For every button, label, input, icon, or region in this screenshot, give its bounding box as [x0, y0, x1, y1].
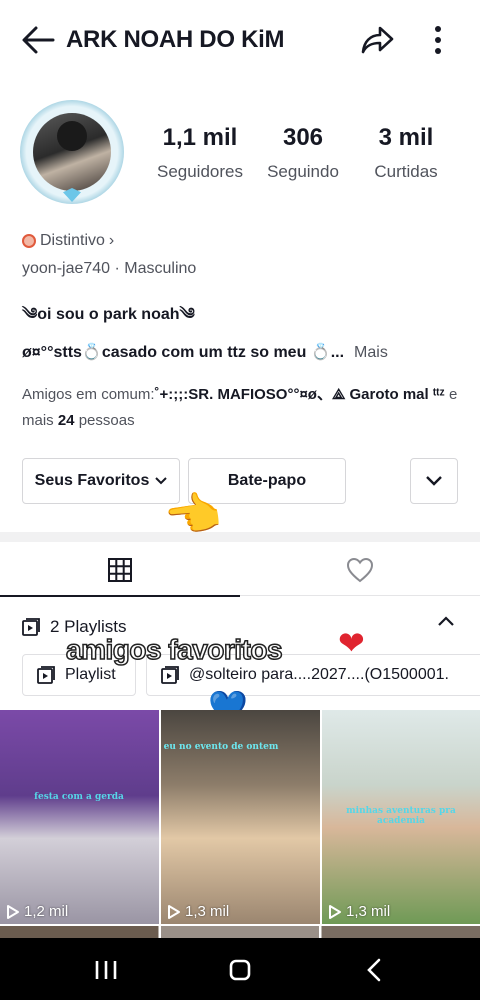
chat-label: Bate-papo: [227, 472, 307, 489]
mutual-friends-count: 24: [57, 412, 75, 429]
recent-apps-icon: [95, 961, 117, 979]
video-caption: eu no evento de ontem: [163, 742, 279, 752]
bio-line-2: ø¤°°stts💍casado com um ttz so meu 💍... Ma…: [22, 342, 388, 362]
video-thumbnail[interactable]: minhas aventuras pra academia 1,3 mil: [322, 710, 480, 924]
stat-followers[interactable]: 1,1 mil Seguidores: [148, 124, 252, 182]
chevron-down-icon: [155, 477, 168, 485]
mutual-friends-prefix: Amigos em comum:: [22, 386, 155, 403]
chevron-up-icon[interactable]: [438, 616, 454, 626]
section-divider: [0, 532, 480, 542]
back-button[interactable]: [14, 18, 62, 62]
bio-line-2-text: ø¤°°stts💍casado com um ttz so meu 💍...: [22, 344, 345, 361]
video-grid: festa com a gerda 1,2 mil eu no evento d…: [0, 710, 480, 924]
recent-apps-button[interactable]: [76, 950, 136, 990]
play-outline-icon: [7, 904, 19, 919]
badge-label: Distintivo: [40, 232, 105, 249]
badge-icon: [22, 234, 36, 248]
playlist-chip-2-label: @solteiro para....2027....(O1500001.: [189, 666, 449, 683]
video-views: 1,3 mil: [328, 903, 390, 920]
badge-link[interactable]: Distintivo ›: [22, 232, 114, 250]
playlist-icon: [37, 666, 55, 684]
bio-line-1: ༄oi sou o park noah༄: [22, 306, 195, 323]
top-bar: ARK NOAH DO KiM: [0, 0, 480, 82]
share-button[interactable]: [356, 18, 400, 62]
tab-videos[interactable]: [0, 544, 240, 597]
following-count: 306: [282, 124, 324, 151]
video-views-count: 1,3 mil: [185, 903, 230, 920]
mutual-friends[interactable]: Amigos em comum:˚+:;;:SR. MAFIOSO°°¤ø、⟁ …: [22, 382, 462, 434]
chevron-right-icon: ›: [108, 232, 115, 249]
stat-following[interactable]: 306 Seguindo: [258, 124, 348, 182]
playlist-icon: [161, 666, 179, 684]
video-thumbnail[interactable]: festa com a gerda 1,2 mil: [0, 710, 159, 924]
vertical-dots-icon: [435, 26, 441, 54]
playlist-chip-1-label: Playlist: [65, 666, 116, 683]
mutual-friends-suffix: pessoas: [78, 412, 135, 429]
more-options-button[interactable]: [418, 18, 458, 62]
profile-tabs: [0, 544, 480, 597]
video-views-count: 1,2 mil: [24, 903, 69, 920]
chevron-left-icon: [367, 958, 381, 982]
play-outline-icon: [168, 904, 180, 919]
playlist-icon: [22, 618, 40, 636]
tab-liked[interactable]: [240, 544, 480, 596]
favorites-button[interactable]: Seus Favoritos: [22, 458, 180, 504]
active-tab-indicator: [0, 595, 240, 597]
video-caption: minhas aventuras pra academia: [346, 806, 456, 826]
followers-label: Seguidores: [156, 162, 243, 181]
stat-likes[interactable]: 3 mil Curtidas: [358, 124, 454, 182]
share-arrow-icon: [361, 26, 394, 54]
likes-label: Curtidas: [374, 162, 438, 181]
avatar[interactable]: [18, 96, 126, 208]
followers-count: 1,1 mil: [162, 124, 238, 151]
video-views-count: 1,3 mil: [346, 903, 391, 920]
profile-title: ARK NOAH DO KiM: [66, 26, 285, 53]
grid-icon: [108, 558, 132, 582]
favorites-label: Seus Favoritos: [34, 472, 150, 489]
video-views: 1,2 mil: [6, 903, 68, 920]
overlay-caption: amigos favoritos: [65, 633, 283, 666]
bio-more-link[interactable]: Mais: [354, 344, 388, 361]
avatar-photo: [33, 113, 111, 191]
video-thumbnail[interactable]: eu no evento de ontem 1,3 mil: [161, 710, 320, 924]
suggested-accounts-dropdown[interactable]: [410, 458, 458, 504]
mutual-friends-names: ˚+:;;:SR. MAFIOSO°°¤ø、⟁ Garoto mal ᵗᵗᶻ: [154, 386, 445, 403]
arrow-left-icon: [22, 26, 55, 54]
system-navigation-bar: [0, 938, 480, 1000]
play-outline-icon: [329, 904, 341, 919]
home-button[interactable]: [210, 950, 270, 990]
following-label: Seguindo: [267, 162, 339, 181]
likes-count: 3 mil: [378, 124, 434, 151]
video-views: 1,3 mil: [167, 903, 229, 920]
video-caption: festa com a gerda: [34, 792, 124, 802]
red-heart-emoji: ❤: [338, 625, 365, 661]
home-icon: [229, 959, 251, 981]
system-back-button[interactable]: [344, 950, 404, 990]
heart-outline-icon: [346, 557, 374, 583]
chevron-down-icon: [426, 476, 442, 486]
profile-meta: yoon-jae740 · Masculino: [22, 260, 197, 277]
